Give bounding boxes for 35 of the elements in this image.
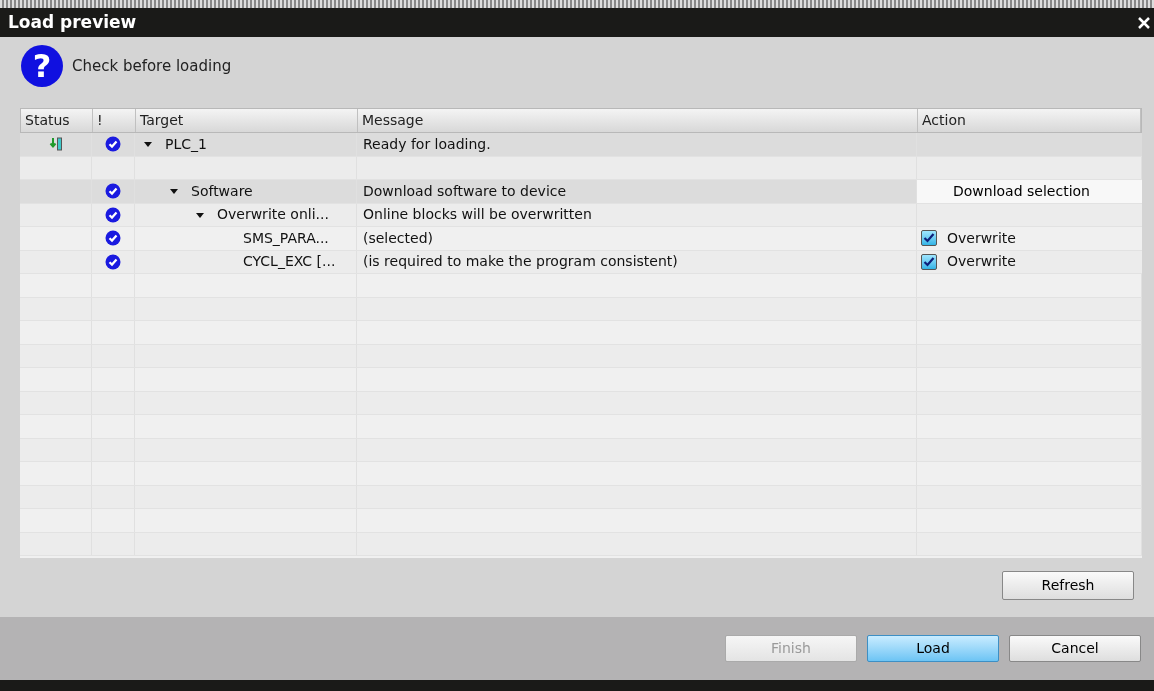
- table-row[interactable]: SMS_PARA... (selected) Overwrite: [20, 227, 1142, 251]
- question-icon: ?: [20, 44, 64, 88]
- column-header[interactable]: !: [97, 110, 103, 131]
- overwrite-checkbox[interactable]: [921, 253, 937, 270]
- column-header[interactable]: Action: [922, 110, 966, 131]
- table-row[interactable]: Overwrite onli... Online blocks will be overwritten: [20, 203, 1142, 227]
- close-button[interactable]: [1138, 16, 1150, 29]
- dialog-button[interactable]: Load: [867, 635, 999, 662]
- window-title: Load preview: [8, 10, 137, 34]
- checkmark-icon: [923, 232, 935, 245]
- message-text: Online blocks will be overwritten: [363, 205, 592, 225]
- header-text: Check before loading: [72, 55, 232, 77]
- checkbox-label: Overwrite: [947, 228, 1016, 248]
- target-name: Software: [191, 181, 253, 201]
- download-selection-dropdown[interactable]: Download selection: [917, 180, 1142, 203]
- checkbox-label: Overwrite: [947, 252, 1016, 272]
- target-name: Overwrite onli...: [217, 205, 329, 225]
- message-text: Download software to device: [363, 181, 567, 201]
- table-row[interactable]: CYCL_EXC [... (is required to make the program consistent) Overwrite: [20, 250, 1142, 274]
- table-row[interactable]: PLC_1 Ready for loading.: [20, 133, 1142, 157]
- target-name: SMS_PARA...: [243, 228, 329, 248]
- close-icon: [1138, 16, 1150, 29]
- message-text: (is required to make the program consistent): [363, 252, 678, 272]
- target-name: CYCL_EXC [...: [243, 252, 336, 272]
- table-row[interactable]: Software Download software to device Download selection: [20, 180, 1142, 204]
- column-header[interactable]: Message: [362, 110, 424, 131]
- refresh-button[interactable]: Refresh: [1002, 571, 1134, 600]
- target-name: PLC_1: [165, 134, 207, 154]
- column-header[interactable]: Status: [25, 110, 70, 131]
- message-text: (selected): [363, 228, 434, 248]
- checkmark-icon: [923, 255, 935, 268]
- message-text: Ready for loading.: [363, 134, 491, 154]
- dialog-button[interactable]: Cancel: [1009, 635, 1141, 662]
- column-header[interactable]: Target: [140, 110, 184, 131]
- overwrite-checkbox[interactable]: [921, 230, 937, 247]
